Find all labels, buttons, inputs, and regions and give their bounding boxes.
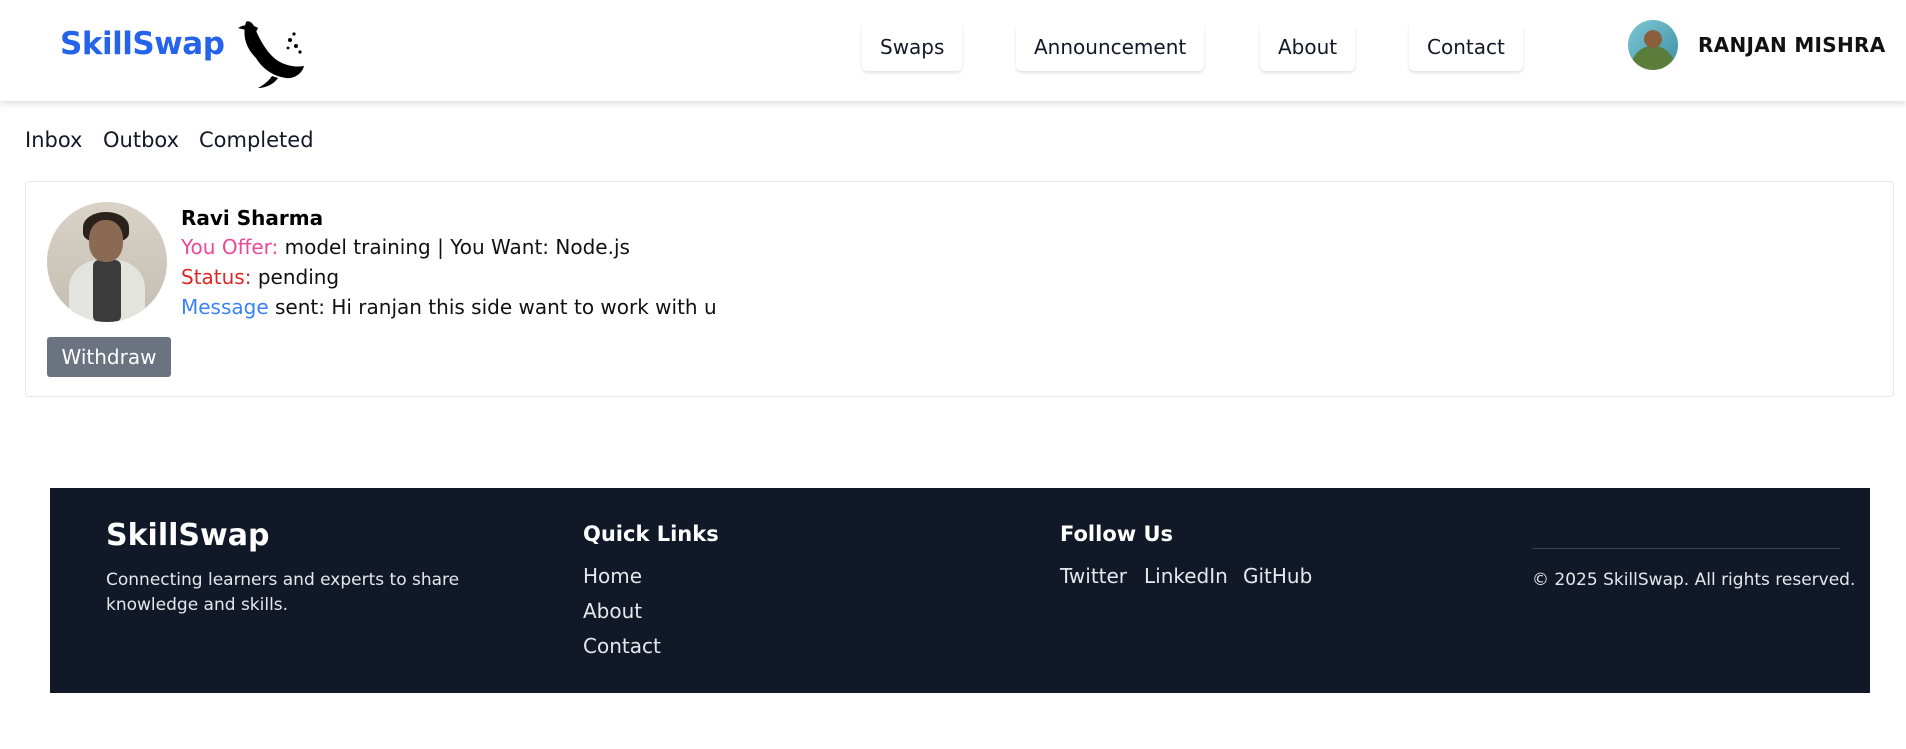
- footer-link-about[interactable]: About: [583, 599, 642, 623]
- swap-request-card: Ravi Sharma You Offer: model training | …: [25, 181, 1894, 397]
- user-name[interactable]: RANJAN MISHRA: [1698, 33, 1886, 57]
- nav-swaps[interactable]: Swaps: [862, 22, 963, 71]
- status-value: pending: [257, 265, 340, 289]
- social-linkedin[interactable]: LinkedIn: [1144, 564, 1228, 588]
- brand-logo[interactable]: SkillSwap: [60, 18, 316, 92]
- quick-links-title: Quick Links: [583, 522, 719, 546]
- footer-tagline: Connecting learners and experts to share…: [106, 570, 460, 615]
- requester-name: Ravi Sharma: [181, 206, 324, 230]
- tab-completed[interactable]: Completed: [199, 128, 314, 152]
- copyright: © 2025 SkillSwap. All rights reserved.: [1532, 570, 1856, 590]
- requester-avatar: [47, 202, 167, 322]
- nav-about[interactable]: About: [1260, 22, 1356, 71]
- message-value: sent: Hi ranjan this side want to work w…: [275, 295, 717, 319]
- footer-link-contact[interactable]: Contact: [583, 634, 661, 658]
- footer-link-home[interactable]: Home: [583, 564, 642, 588]
- nav-contact[interactable]: Contact: [1409, 22, 1523, 71]
- top-navbar: SkillSwap Swaps Announcement About Conta…: [0, 0, 1906, 101]
- social-github[interactable]: GitHub: [1243, 564, 1312, 588]
- nav-announcement[interactable]: Announcement: [1016, 22, 1205, 71]
- want-value: Node.js: [555, 235, 630, 259]
- status-line: Status: pending: [181, 265, 339, 289]
- footer: SkillSwap Connecting learners and expert…: [50, 488, 1870, 693]
- status-label: Status:: [181, 265, 252, 289]
- follow-us-title: Follow Us: [1060, 522, 1174, 546]
- want-label: | You Want:: [437, 235, 550, 259]
- offer-line: You Offer: model training | You Want: No…: [181, 235, 630, 259]
- offer-label: You Offer:: [181, 235, 279, 259]
- footer-brand: SkillSwap: [106, 518, 270, 553]
- social-twitter[interactable]: Twitter: [1060, 564, 1127, 588]
- user-avatar[interactable]: [1628, 20, 1678, 70]
- footer-divider: [1532, 548, 1840, 549]
- offer-value: model training: [284, 235, 431, 259]
- withdraw-button[interactable]: Withdraw: [47, 337, 171, 377]
- whale-icon: [232, 18, 316, 92]
- message-label: Message: [181, 295, 269, 319]
- brand-name: SkillSwap: [60, 26, 225, 62]
- tab-inbox[interactable]: Inbox: [25, 128, 82, 152]
- message-line: Message sent: Hi ranjan this side want t…: [181, 295, 717, 319]
- tab-outbox[interactable]: Outbox: [103, 128, 179, 152]
